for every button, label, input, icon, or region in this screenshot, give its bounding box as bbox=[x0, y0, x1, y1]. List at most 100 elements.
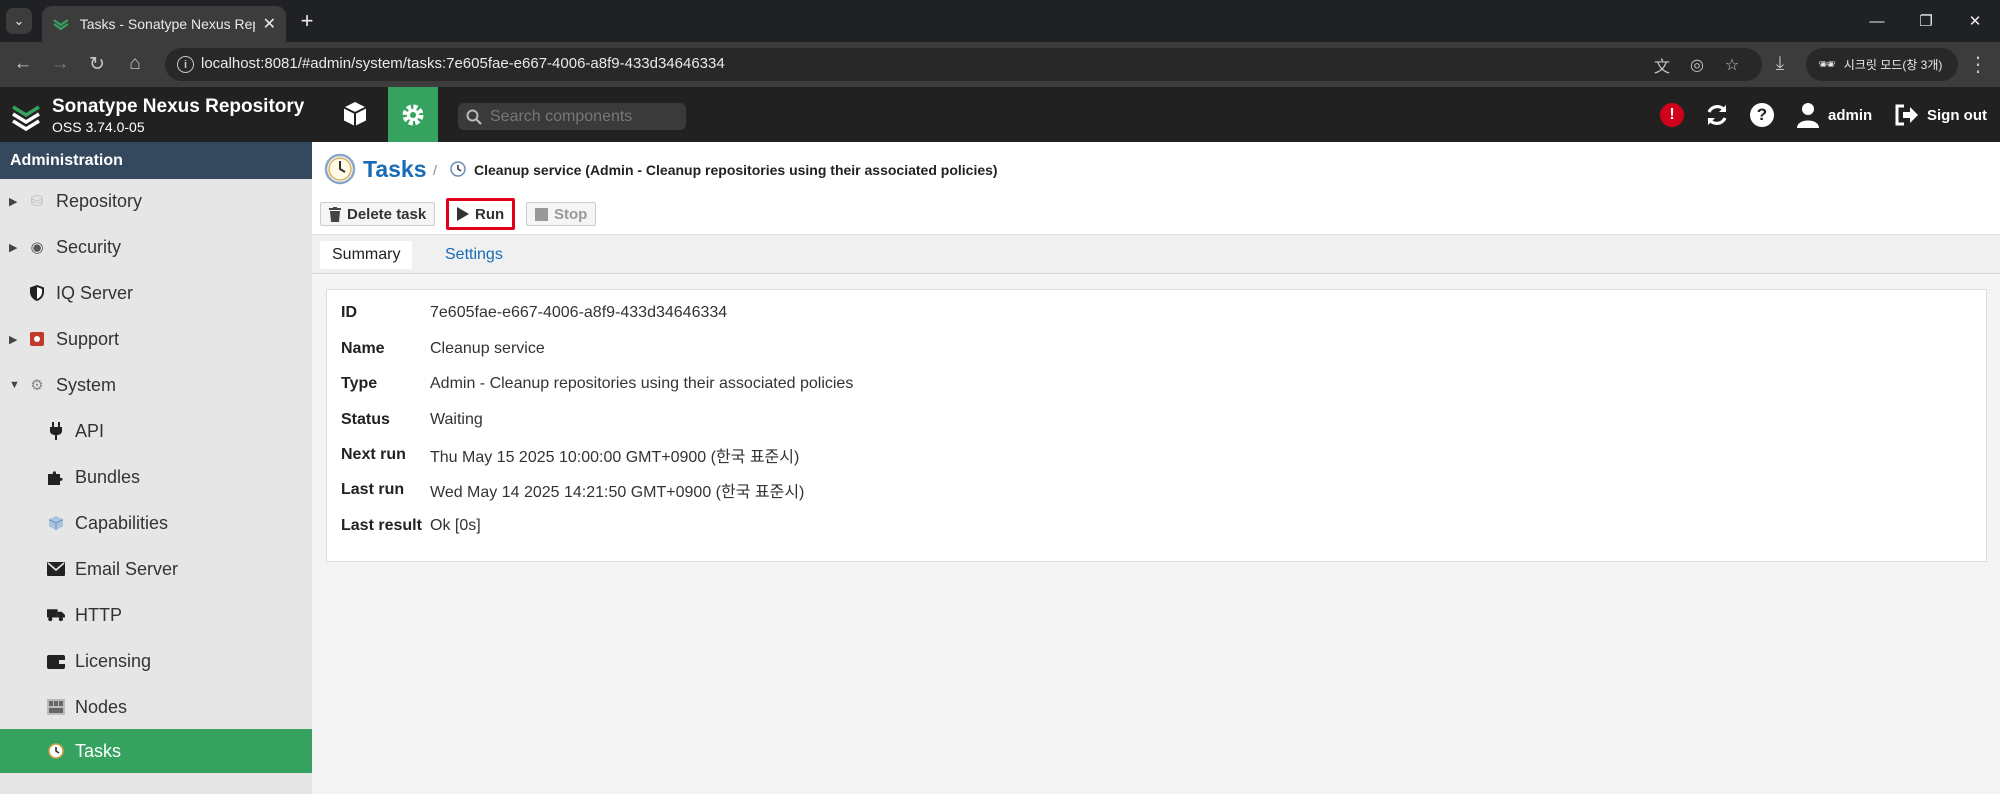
run-label: Run bbox=[475, 205, 505, 223]
window-close-icon[interactable]: ✕ bbox=[1960, 8, 1990, 34]
tasks-clock-icon bbox=[324, 153, 356, 185]
field-label: ID bbox=[341, 304, 357, 321]
minimize-icon[interactable]: — bbox=[1862, 8, 1892, 34]
sidebar-item-security[interactable]: ▶ ◉ Security bbox=[0, 225, 312, 269]
play-icon bbox=[457, 207, 469, 221]
sidebar-item-email-server[interactable]: Email Server bbox=[0, 547, 312, 591]
browser-menu-icon[interactable]: ⋮ bbox=[1966, 50, 1990, 78]
sidebar-item-label: HTTP bbox=[75, 604, 122, 625]
cube-icon bbox=[343, 102, 367, 126]
field-value: Ok [0s] bbox=[430, 517, 481, 534]
plug-icon bbox=[47, 422, 65, 440]
collapse-arrow-icon[interactable]: ▼ bbox=[9, 379, 20, 391]
incognito-label: 시크릿 모드(창 3개) bbox=[1843, 58, 1943, 72]
refresh-icon bbox=[1707, 105, 1727, 125]
trash-icon bbox=[329, 206, 341, 222]
sidebar-item-tasks[interactable]: Tasks bbox=[0, 729, 312, 773]
translate-icon[interactable]: 文 bbox=[1651, 54, 1673, 76]
sidebar-item-capabilities[interactable]: Capabilities bbox=[0, 501, 312, 545]
new-tab-icon[interactable]: + bbox=[294, 8, 320, 34]
admin-mode-button[interactable] bbox=[388, 87, 438, 142]
product-version: OSS 3.74.0-05 bbox=[52, 119, 145, 135]
delete-task-label: Delete task bbox=[347, 205, 427, 223]
system-gear-icon: ⚙ bbox=[30, 377, 44, 394]
gear-icon bbox=[402, 104, 424, 125]
user-menu-button[interactable]: admin bbox=[1796, 101, 1872, 129]
sidebar-item-http[interactable]: HTTP bbox=[0, 593, 312, 637]
database-icon: ⛁ bbox=[30, 193, 44, 210]
tracking-eye-off-icon[interactable]: ◎ bbox=[1686, 54, 1708, 76]
home-icon[interactable]: ⌂ bbox=[121, 50, 149, 78]
sidebar-item-api[interactable]: API bbox=[0, 409, 312, 453]
sign-out-button[interactable]: Sign out bbox=[1895, 101, 1987, 129]
sign-out-label: Sign out bbox=[1927, 106, 1987, 124]
refresh-button[interactable] bbox=[1704, 101, 1730, 129]
field-value: Waiting bbox=[430, 411, 483, 428]
sidebar-item-iq-server[interactable]: IQ Server bbox=[0, 271, 312, 315]
tab-close-icon[interactable]: ✕ bbox=[263, 14, 276, 34]
back-icon[interactable]: ← bbox=[9, 50, 37, 78]
incognito-indicator[interactable]: 🕶 시크릿 모드(창 3개) bbox=[1806, 48, 1958, 81]
field-label: Last result bbox=[341, 517, 422, 534]
sidebar-item-label: Tasks bbox=[75, 740, 122, 761]
site-info-icon[interactable]: i bbox=[177, 56, 194, 73]
sidebar-item-label: Email Server bbox=[75, 558, 179, 579]
url-text[interactable]: localhost:8081/#admin/system/tasks:7e605… bbox=[201, 55, 725, 72]
browser-tab[interactable]: Tasks - Sonatype Nexus Repos ✕ bbox=[42, 6, 286, 42]
field-label: Name bbox=[341, 340, 385, 357]
sidebar-item-licensing[interactable]: Licensing bbox=[0, 639, 312, 683]
field-value: Admin - Cleanup repositories using their… bbox=[430, 375, 854, 392]
search-box[interactable] bbox=[458, 103, 686, 130]
truck-icon bbox=[47, 606, 65, 624]
breadcrumb-separator: / bbox=[433, 162, 437, 178]
nexus-header: Sonatype Nexus Repository OSS 3.74.0-05 … bbox=[0, 87, 2000, 142]
envelope-icon bbox=[47, 560, 65, 578]
field-label: Next run bbox=[341, 446, 406, 463]
sidebar-item-system[interactable]: ▼ ⚙ System bbox=[0, 363, 312, 407]
sidebar-item-support[interactable]: ▶ Support bbox=[0, 317, 312, 361]
search-input[interactable] bbox=[490, 107, 680, 126]
field-label: Type bbox=[341, 375, 378, 392]
field-value: Wed May 14 2025 14:21:50 GMT+0900 (한국 표준… bbox=[430, 484, 805, 501]
omnibox[interactable]: i localhost:8081/#admin/system/tasks:7e6… bbox=[165, 48, 1762, 81]
stop-button[interactable]: Stop bbox=[526, 202, 597, 226]
restore-icon[interactable]: ❐ bbox=[1911, 8, 1941, 34]
forward-icon[interactable]: → bbox=[46, 50, 74, 78]
browse-mode-button[interactable] bbox=[334, 93, 376, 135]
field-value: Cleanup service bbox=[430, 340, 545, 357]
help-button[interactable]: ? bbox=[1750, 101, 1774, 129]
clock-icon bbox=[47, 742, 65, 760]
tab-summary[interactable]: Summary bbox=[320, 241, 413, 269]
summary-row-id: ID 7e605fae-e667-4006-a8f9-433d34646334 bbox=[341, 303, 727, 323]
summary-row-next-run: Next run Thu May 15 2025 10:00:00 GMT+09… bbox=[341, 445, 799, 466]
sidebar-item-nodes[interactable]: Nodes bbox=[0, 685, 312, 729]
breadcrumb: Tasks / Cleanup service (Admin - Cleanup… bbox=[312, 142, 2000, 194]
sidebar-item-repository[interactable]: ▶ ⛁ Repository bbox=[0, 179, 312, 223]
field-label: Status bbox=[341, 411, 390, 428]
reload-icon[interactable]: ↻ bbox=[83, 50, 111, 78]
tab-settings[interactable]: Settings bbox=[433, 241, 515, 269]
sidebar-item-label: API bbox=[75, 420, 105, 441]
product-name: Sonatype Nexus Repository bbox=[52, 96, 305, 117]
tab-search-dropdown-icon[interactable]: ⌄ bbox=[6, 8, 32, 34]
breadcrumb-root-link[interactable]: Tasks bbox=[363, 156, 427, 183]
summary-row-name: Name Cleanup service bbox=[341, 339, 545, 359]
download-icon[interactable]: ⤓ bbox=[1766, 50, 1794, 78]
summary-row-type: Type Admin - Cleanup repositories using … bbox=[341, 374, 853, 394]
run-button[interactable]: Run bbox=[446, 198, 516, 230]
expand-arrow-icon[interactable]: ▶ bbox=[9, 241, 17, 254]
bookmark-star-icon[interactable]: ☆ bbox=[1721, 54, 1743, 76]
clock-icon bbox=[450, 161, 466, 177]
sidebar-item-label: Capabilities bbox=[75, 512, 169, 533]
expand-arrow-icon[interactable]: ▶ bbox=[9, 195, 17, 208]
stop-icon bbox=[535, 207, 548, 221]
system-alert-button[interactable]: ! bbox=[1660, 101, 1684, 129]
nodes-icon bbox=[47, 698, 65, 716]
sidebar-item-bundles[interactable]: Bundles bbox=[0, 455, 312, 499]
breadcrumb-current: Cleanup service (Admin - Cleanup reposit… bbox=[474, 162, 998, 178]
expand-arrow-icon[interactable]: ▶ bbox=[9, 333, 17, 346]
wallet-icon bbox=[47, 652, 65, 670]
browser-tab-title: Tasks - Sonatype Nexus Repos bbox=[79, 16, 255, 32]
delete-task-button[interactable]: Delete task bbox=[320, 202, 436, 226]
summary-row-last-result: Last result Ok [0s] bbox=[341, 516, 481, 536]
